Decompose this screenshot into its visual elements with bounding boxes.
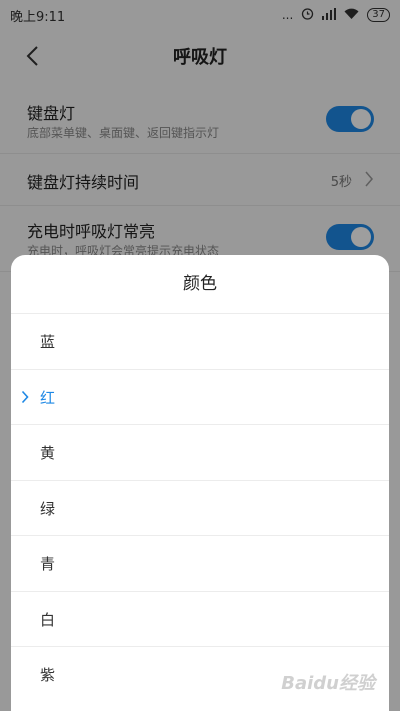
color-option[interactable]: 白 [11,592,389,647]
dialog-title: 颜色 [11,255,389,314]
color-option[interactable]: 蓝 [11,314,389,370]
option-label: 紫 [40,666,56,684]
color-option-selected[interactable]: 红 [11,370,389,425]
option-label: 红 [40,388,56,407]
option-label: 蓝 [40,333,56,351]
color-option[interactable]: 绿 [11,481,389,536]
option-label: 青 [40,555,56,573]
option-label: 黄 [40,444,56,462]
color-dialog: 颜色 蓝 红 黄 绿 青 白 紫 Baidu经验 [11,255,389,711]
option-label: 绿 [40,499,56,518]
option-label: 白 [40,610,56,629]
color-option[interactable]: 黄 [11,425,389,481]
color-option[interactable]: 青 [11,536,389,592]
selected-chevron-icon [21,390,29,403]
watermark: Baidu经验 [281,673,375,694]
